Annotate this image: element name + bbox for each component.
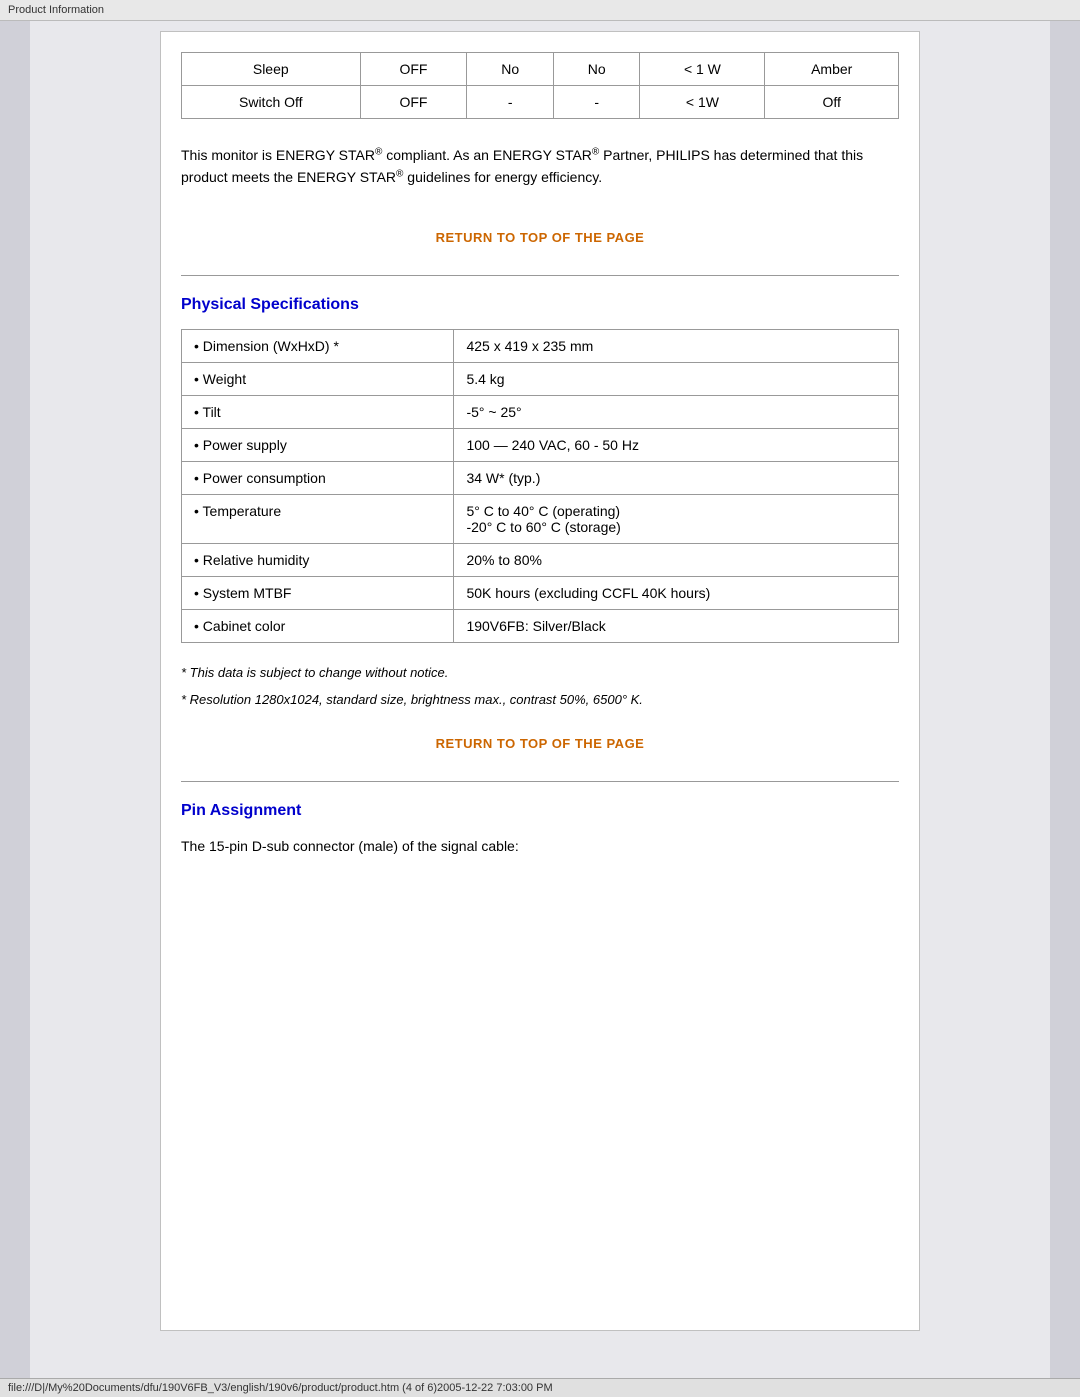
spec-label-power-supply: • Power supply bbox=[182, 428, 454, 461]
divider-1 bbox=[181, 275, 899, 276]
spec-value-temperature: 5° C to 40° C (operating)-20° C to 60° C… bbox=[454, 494, 899, 543]
col4-sleep: No bbox=[553, 53, 640, 86]
footnote-2: * Resolution 1280x1024, standard size, b… bbox=[181, 690, 899, 710]
spec-value-humidity: 20% to 80% bbox=[454, 543, 899, 576]
col3-sleep: No bbox=[467, 53, 554, 86]
col4-switchoff: - bbox=[553, 86, 640, 119]
power-table: Sleep OFF No No < 1 W Amber Switch Off O… bbox=[181, 52, 899, 119]
spec-label-temperature: • Temperature bbox=[182, 494, 454, 543]
main-content: Sleep OFF No No < 1 W Amber Switch Off O… bbox=[30, 21, 1050, 1391]
power-switchoff: < 1W bbox=[640, 86, 765, 119]
table-row: Switch Off OFF - - < 1W Off bbox=[182, 86, 899, 119]
return-to-top-1[interactable]: RETURN TO TOP OF THE PAGE bbox=[181, 214, 899, 260]
footnote-1: * This data is subject to change without… bbox=[181, 663, 899, 683]
table-row: • Cabinet color 190V6FB: Silver/Black bbox=[182, 609, 899, 642]
spec-value-cabinet: 190V6FB: Silver/Black bbox=[454, 609, 899, 642]
browser-title: Product Information bbox=[8, 4, 104, 16]
mode-sleep: Sleep bbox=[182, 53, 361, 86]
energy-star-paragraph: This monitor is ENERGY STAR® compliant. … bbox=[181, 139, 899, 194]
mode-switchoff: Switch Off bbox=[182, 86, 361, 119]
table-row: Sleep OFF No No < 1 W Amber bbox=[182, 53, 899, 86]
content-inner: Sleep OFF No No < 1 W Amber Switch Off O… bbox=[160, 31, 920, 1331]
table-row: • Dimension (WxHxD) * 425 x 419 x 235 mm bbox=[182, 329, 899, 362]
table-row: • Temperature 5° C to 40° C (operating)-… bbox=[182, 494, 899, 543]
spec-label-weight: • Weight bbox=[182, 362, 454, 395]
power-sleep: < 1 W bbox=[640, 53, 765, 86]
return-link-anchor-1[interactable]: RETURN TO TOP OF THE PAGE bbox=[436, 230, 645, 245]
table-row: • Power supply 100 — 240 VAC, 60 - 50 Hz bbox=[182, 428, 899, 461]
table-row: • Relative humidity 20% to 80% bbox=[182, 543, 899, 576]
return-link-anchor-2[interactable]: RETURN TO TOP OF THE PAGE bbox=[436, 736, 645, 751]
spec-label-humidity: • Relative humidity bbox=[182, 543, 454, 576]
led-sleep: Amber bbox=[765, 53, 899, 86]
led-switchoff: Off bbox=[765, 86, 899, 119]
browser-bar: Product Information bbox=[0, 0, 1080, 21]
pin-assignment-title: Pin Assignment bbox=[181, 802, 899, 820]
divider-2 bbox=[181, 781, 899, 782]
status-bar: file:///D|/My%20Documents/dfu/190V6FB_V3… bbox=[0, 1378, 1080, 1397]
return-to-top-2[interactable]: RETURN TO TOP OF THE PAGE bbox=[181, 720, 899, 766]
physical-specs-title: Physical Specifications bbox=[181, 296, 899, 314]
table-row: • System MTBF 50K hours (excluding CCFL … bbox=[182, 576, 899, 609]
spec-label-tilt: • Tilt bbox=[182, 395, 454, 428]
spec-value-power-consumption: 34 W* (typ.) bbox=[454, 461, 899, 494]
spec-value-tilt: -5° ~ 25° bbox=[454, 395, 899, 428]
state-off-sleep: OFF bbox=[360, 53, 467, 86]
spec-label-cabinet: • Cabinet color bbox=[182, 609, 454, 642]
status-bar-text: file:///D|/My%20Documents/dfu/190V6FB_V3… bbox=[8, 1382, 553, 1394]
table-row: • Tilt -5° ~ 25° bbox=[182, 395, 899, 428]
table-row: • Weight 5.4 kg bbox=[182, 362, 899, 395]
spec-value-dimension: 425 x 419 x 235 mm bbox=[454, 329, 899, 362]
spec-value-weight: 5.4 kg bbox=[454, 362, 899, 395]
spec-label-mtbf: • System MTBF bbox=[182, 576, 454, 609]
pin-assignment-description: The 15-pin D-sub connector (male) of the… bbox=[181, 835, 899, 857]
spec-label-power-consumption: • Power consumption bbox=[182, 461, 454, 494]
spec-value-power-supply: 100 — 240 VAC, 60 - 50 Hz bbox=[454, 428, 899, 461]
spec-label-dimension: • Dimension (WxHxD) * bbox=[182, 329, 454, 362]
col3-switchoff: - bbox=[467, 86, 554, 119]
table-row: • Power consumption 34 W* (typ.) bbox=[182, 461, 899, 494]
state-off-switchoff: OFF bbox=[360, 86, 467, 119]
spec-value-mtbf: 50K hours (excluding CCFL 40K hours) bbox=[454, 576, 899, 609]
specs-table: • Dimension (WxHxD) * 425 x 419 x 235 mm… bbox=[181, 329, 899, 643]
